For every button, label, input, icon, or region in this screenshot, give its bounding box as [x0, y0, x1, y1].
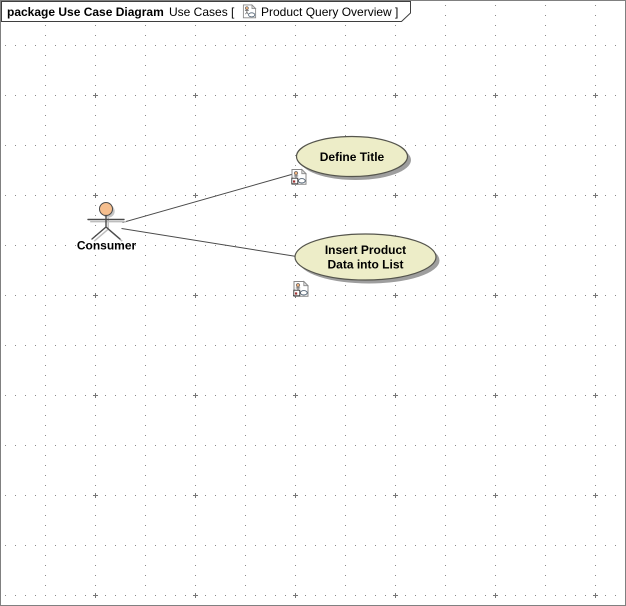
use-case-diagram-canvas: package Use Case Diagram Use Cases [ Pro… — [0, 0, 626, 606]
icon-mini-actor-head — [245, 7, 248, 10]
actor-consumer-label: Consumer — [77, 239, 137, 253]
icon-mini-ellipse — [249, 13, 255, 17]
owned-diagram-icon[interactable] — [292, 170, 306, 185]
frame-header-context: Use Cases [ — [169, 5, 235, 19]
usecase-define-title-label: Define Title — [320, 150, 385, 164]
icon-mini-actor-head — [296, 284, 299, 287]
frame-header-tab[interactable]: package Use Case Diagram Use Cases [ Pro… — [2, 2, 411, 22]
icon-badge-dot — [295, 292, 297, 294]
icon-badge-dot — [293, 180, 295, 182]
usecase-insert-product-label-line2: Data into List — [327, 258, 403, 272]
frame-header-title: package Use Case Diagram — [7, 5, 164, 19]
actor-head — [100, 203, 113, 216]
use-case-diagram-icon — [243, 5, 255, 18]
canvas-background[interactable] — [0, 0, 626, 606]
icon-mini-ellipse — [298, 179, 305, 183]
icon-mini-ellipse — [300, 291, 307, 295]
frame-header-diagram-name: Product Query Overview ] — [261, 5, 398, 19]
usecase-insert-product-label-line1: Insert Product — [325, 243, 406, 257]
icon-mini-actor-head — [294, 172, 297, 175]
owned-diagram-icon[interactable] — [294, 282, 308, 297]
